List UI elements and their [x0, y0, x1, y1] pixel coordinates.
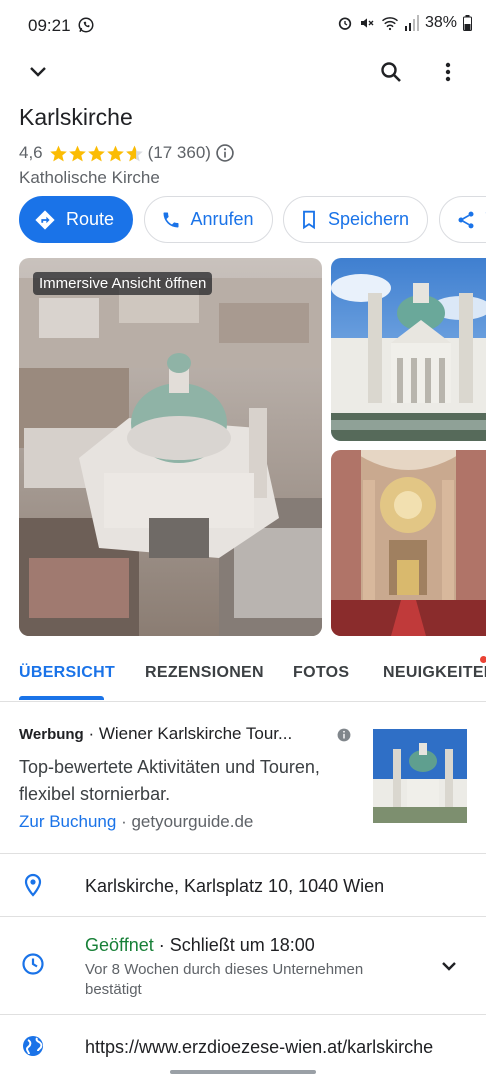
hours-row[interactable]: Geöffnet · Schließt um 18:00 Vor 8 Woche…	[0, 917, 486, 1015]
immersive-view-label: Immersive Ansicht öffnen	[33, 272, 213, 295]
church-interior-image	[331, 450, 486, 636]
sponsored-ad[interactable]: Werbung · Wiener Karlskirche Tour... Top…	[0, 702, 486, 854]
aerial-church-image	[19, 258, 322, 636]
exterior-photo[interactable]	[331, 258, 486, 441]
address-row[interactable]: Karlskirche, Karlsplatz 10, 1040 Wien	[0, 854, 486, 917]
chevron-down-icon	[30, 67, 46, 77]
ad-description: Top-bewertete Aktivitäten und Touren, fl…	[19, 757, 320, 804]
closing-time: · Schließt um 18:00	[153, 935, 315, 955]
ad-header: Werbung · Wiener Karlskirche Tour...	[19, 724, 292, 744]
share-icon	[458, 211, 474, 228]
review-count: (17 360)	[147, 143, 211, 162]
call-button[interactable]: Anrufen	[143, 196, 273, 243]
church-exterior-image	[331, 258, 486, 441]
ad-thumbnail[interactable]	[373, 729, 467, 823]
clock-icon	[22, 953, 44, 975]
search-icon	[381, 62, 401, 82]
globe-icon	[23, 1036, 43, 1056]
info-icon[interactable]	[215, 143, 235, 163]
status-icons: 38%	[337, 14, 472, 32]
whatsapp-icon	[78, 17, 94, 33]
active-tab-indicator	[19, 696, 104, 700]
star-icon	[87, 145, 105, 161]
booking-link[interactable]: Zur Buchung	[19, 812, 116, 831]
more-vert-icon	[445, 62, 451, 82]
place-tabs: ÜBERSICHT REZENSIONEN FOTOS NEUIGKEITEN	[0, 648, 486, 702]
ad-church-image	[373, 729, 467, 823]
ad-domain: · getyourguide.de	[116, 812, 254, 831]
rating-row[interactable]: 4,6 (17 360)	[19, 142, 235, 164]
star-half-icon	[125, 145, 143, 161]
website-link[interactable]: https://www.erzdioezese-wien.at/karlskir…	[85, 1037, 433, 1058]
tab-news[interactable]: NEUIGKEITEN	[383, 664, 486, 682]
top-bar	[0, 52, 486, 92]
address-text: Karlskirche, Karlsplatz 10, 1040 Wien	[85, 876, 385, 896]
share-button[interactable]: T	[438, 196, 486, 243]
open-status: Geöffnet	[85, 935, 154, 955]
star-icon	[106, 145, 124, 161]
signal-icon	[404, 15, 419, 31]
hours-note: Vor 8 Wochen durch dieses Unternehmen be…	[85, 961, 364, 998]
star-icon	[68, 145, 86, 161]
star-icon	[49, 145, 67, 161]
ad-title: Wiener Karlskirche Tour...	[98, 724, 293, 743]
bookmark-icon	[303, 210, 315, 229]
status-bar: 09:21 38%	[0, 0, 486, 50]
alarm-icon	[338, 17, 352, 30]
collapse-button[interactable]	[18, 52, 58, 92]
save-label: Speichern	[328, 209, 410, 229]
ad-tag: Werbung	[19, 726, 84, 743]
gesture-bar	[170, 1070, 316, 1074]
tab-photos[interactable]: FOTOS	[293, 664, 349, 682]
chevron-down-icon[interactable]	[437, 954, 461, 978]
ad-separator: ·	[83, 724, 99, 743]
immersive-view-photo[interactable]: Immersive Ansicht öffnen	[19, 258, 322, 636]
hours-status-line: Geöffnet · Schließt um 18:00	[85, 935, 315, 956]
place-category[interactable]: Katholische Kirche	[19, 168, 160, 188]
search-button[interactable]	[371, 52, 411, 92]
phone-icon	[163, 212, 178, 227]
battery-percent: 38%	[424, 14, 457, 31]
battery-icon	[463, 15, 472, 31]
place-title: Karlskirche	[19, 104, 133, 130]
star-rating	[49, 144, 144, 163]
ad-link-row: Zur Buchung · getyourguide.de	[19, 812, 253, 832]
tab-overview[interactable]: ÜBERSICHT	[19, 664, 115, 682]
save-button[interactable]: Speichern	[283, 196, 429, 243]
call-label: Anrufen	[190, 209, 254, 229]
location-pin-icon	[24, 873, 42, 897]
ad-info-icon[interactable]	[337, 728, 351, 742]
mute-icon	[360, 18, 374, 28]
more-options-button[interactable]	[428, 52, 468, 92]
tab-reviews[interactable]: REZENSIONEN	[145, 664, 264, 682]
route-label: Route	[66, 209, 115, 229]
route-button[interactable]: Route	[19, 196, 134, 243]
interior-photo[interactable]	[331, 450, 486, 636]
notification-dot	[480, 656, 486, 663]
status-time: 09:21	[28, 16, 71, 35]
directions-icon	[35, 209, 55, 230]
wifi-icon	[381, 17, 398, 31]
rating-value: 4,6	[19, 143, 43, 162]
action-chips: Route Anrufen Speichern T	[19, 196, 486, 243]
